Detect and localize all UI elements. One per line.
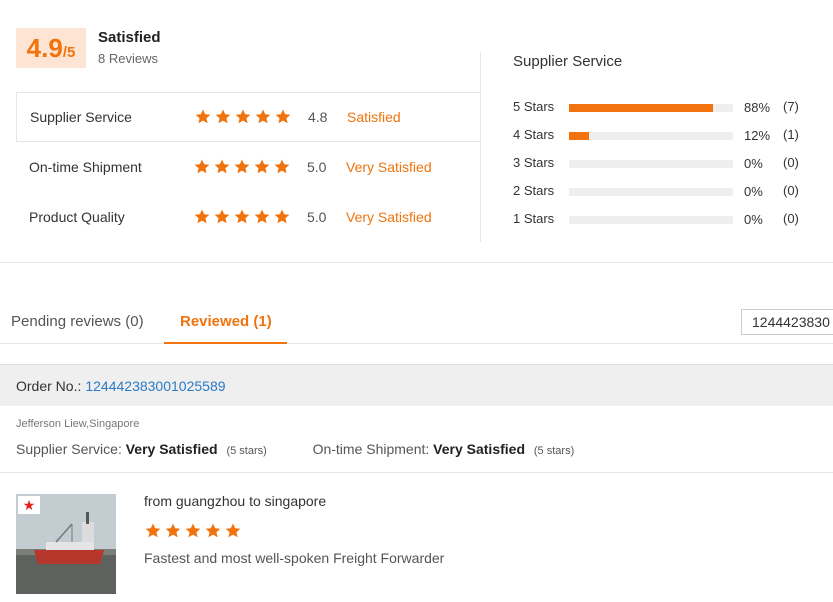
shipment-stars: (5 stars) bbox=[533, 445, 575, 457]
distribution-bar-fill bbox=[569, 104, 714, 112]
distribution-bar bbox=[569, 132, 733, 140]
distribution-label: 3 Stars bbox=[513, 155, 555, 170]
tab-pending-reviews[interactable]: Pending reviews (0) bbox=[11, 313, 144, 330]
distribution-bar-fill bbox=[569, 132, 589, 140]
overall-verdict: Satisfied bbox=[98, 29, 161, 46]
overall-score-badge: 4.9 /5 bbox=[16, 28, 86, 68]
distribution-row-3: 3 Stars 0% (0) bbox=[513, 153, 813, 181]
rating-verdict: Very Satisfied bbox=[346, 209, 432, 225]
star-icon bbox=[234, 108, 252, 126]
distribution-row-2: 2 Stars 0% (0) bbox=[513, 181, 813, 209]
supplier-service-label: Supplier Service: bbox=[16, 441, 122, 457]
overall-score-scale: /5 bbox=[62, 44, 76, 61]
star-icon bbox=[273, 208, 291, 226]
shipment-label: On-time Shipment: bbox=[312, 441, 430, 457]
supplier-service-value: Very Satisfied bbox=[125, 441, 218, 457]
review-title: from guangzhou to singapore bbox=[144, 493, 327, 509]
distribution-bar bbox=[569, 188, 733, 196]
rating-stars bbox=[193, 158, 291, 176]
rating-stars bbox=[193, 208, 291, 226]
tabs-baseline bbox=[0, 343, 833, 344]
star-icon bbox=[193, 208, 211, 226]
star-icon bbox=[164, 522, 182, 540]
distribution-percent: 12% bbox=[744, 128, 771, 143]
product-thumbnail[interactable]: ★ bbox=[16, 494, 116, 594]
order-number-label: Order No.: bbox=[16, 377, 82, 394]
reviewer-name: Jefferson Liew,Singapore bbox=[16, 418, 140, 430]
rating-value: 5.0 bbox=[307, 159, 327, 175]
distribution-bar bbox=[569, 160, 733, 168]
distribution-row-4: 4 Stars 12% (1) bbox=[513, 125, 813, 153]
star-icon bbox=[253, 158, 271, 176]
star-icon bbox=[193, 158, 211, 176]
star-distribution: 5 Stars 88% (7) 4 Stars 12% (1) 3 Stars … bbox=[513, 97, 813, 237]
rating-table: Supplier Service 4.8 Satisfied On-time S… bbox=[16, 92, 481, 242]
distribution-label: 4 Stars bbox=[513, 127, 555, 142]
order-search-input[interactable] bbox=[741, 309, 833, 335]
supplier-service-stars: (5 stars) bbox=[226, 445, 267, 457]
order-number-link[interactable]: 124442383001025589 bbox=[85, 378, 225, 394]
shipment-value: Very Satisfied bbox=[433, 441, 525, 457]
distribution-label: 1 Stars bbox=[513, 211, 555, 226]
star-icon bbox=[273, 158, 291, 176]
review-divider bbox=[0, 472, 833, 473]
star-icon bbox=[213, 158, 231, 176]
rating-label: Product Quality bbox=[29, 209, 125, 225]
active-tab-indicator bbox=[164, 342, 287, 344]
distribution-count: (0) bbox=[783, 183, 799, 198]
star-icon bbox=[233, 208, 251, 226]
star-icon bbox=[213, 208, 231, 226]
tab-reviewed[interactable]: Reviewed (1) bbox=[180, 313, 272, 330]
order-header: Order No.: 124442383001025589 bbox=[0, 364, 833, 406]
distribution-row-1: 1 Stars 0% (0) bbox=[513, 209, 813, 237]
review-text: Fastest and most well-spoken Freight For… bbox=[144, 550, 445, 566]
rating-label: Supplier Service bbox=[30, 109, 132, 125]
star-icon bbox=[184, 522, 202, 540]
review-ratings-line: Supplier Service: Very Satisfied (5 star… bbox=[16, 441, 574, 457]
rating-value: 4.8 bbox=[308, 109, 328, 125]
star-icon bbox=[274, 108, 292, 126]
star-icon bbox=[194, 108, 212, 126]
distribution-percent: 0% bbox=[744, 212, 763, 227]
rating-value: 5.0 bbox=[307, 209, 327, 225]
distribution-percent: 88% bbox=[744, 100, 771, 115]
star-icon bbox=[253, 208, 271, 226]
star-icon bbox=[224, 522, 242, 540]
rating-label: On-time Shipment bbox=[29, 159, 142, 175]
distribution-count: (7) bbox=[783, 99, 799, 114]
rating-stars bbox=[194, 108, 292, 126]
rating-verdict: Very Satisfied bbox=[346, 159, 432, 175]
star-icon bbox=[233, 158, 251, 176]
star-icon bbox=[204, 522, 222, 540]
star-icon bbox=[144, 522, 162, 540]
summary-divider bbox=[480, 52, 481, 242]
distribution-bar bbox=[569, 104, 733, 112]
distribution-label: 5 Stars bbox=[513, 99, 555, 114]
star-logo-icon: ★ bbox=[18, 496, 40, 514]
distribution-row-5: 5 Stars 88% (7) bbox=[513, 97, 813, 125]
rating-row-supplier-service: Supplier Service 4.8 Satisfied bbox=[16, 92, 481, 142]
distribution-bar bbox=[569, 216, 733, 224]
distribution-label: 2 Stars bbox=[513, 183, 555, 198]
rating-row-on-time-shipment: On-time Shipment 5.0 Very Satisfied bbox=[16, 142, 481, 192]
distribution-count: (0) bbox=[783, 155, 799, 170]
distribution-title: Supplier Service bbox=[513, 53, 623, 70]
distribution-percent: 0% bbox=[744, 156, 763, 171]
distribution-count: (0) bbox=[783, 211, 799, 226]
section-divider bbox=[0, 262, 833, 263]
rating-row-product-quality: Product Quality 5.0 Very Satisfied bbox=[16, 192, 481, 242]
distribution-percent: 0% bbox=[744, 184, 763, 199]
star-icon bbox=[254, 108, 272, 126]
rating-verdict: Satisfied bbox=[347, 109, 401, 125]
overall-score: 4.9 bbox=[26, 33, 63, 63]
star-icon bbox=[214, 108, 232, 126]
distribution-count: (1) bbox=[783, 127, 799, 142]
review-stars bbox=[144, 522, 242, 540]
review-count: 8 Reviews bbox=[98, 51, 158, 66]
